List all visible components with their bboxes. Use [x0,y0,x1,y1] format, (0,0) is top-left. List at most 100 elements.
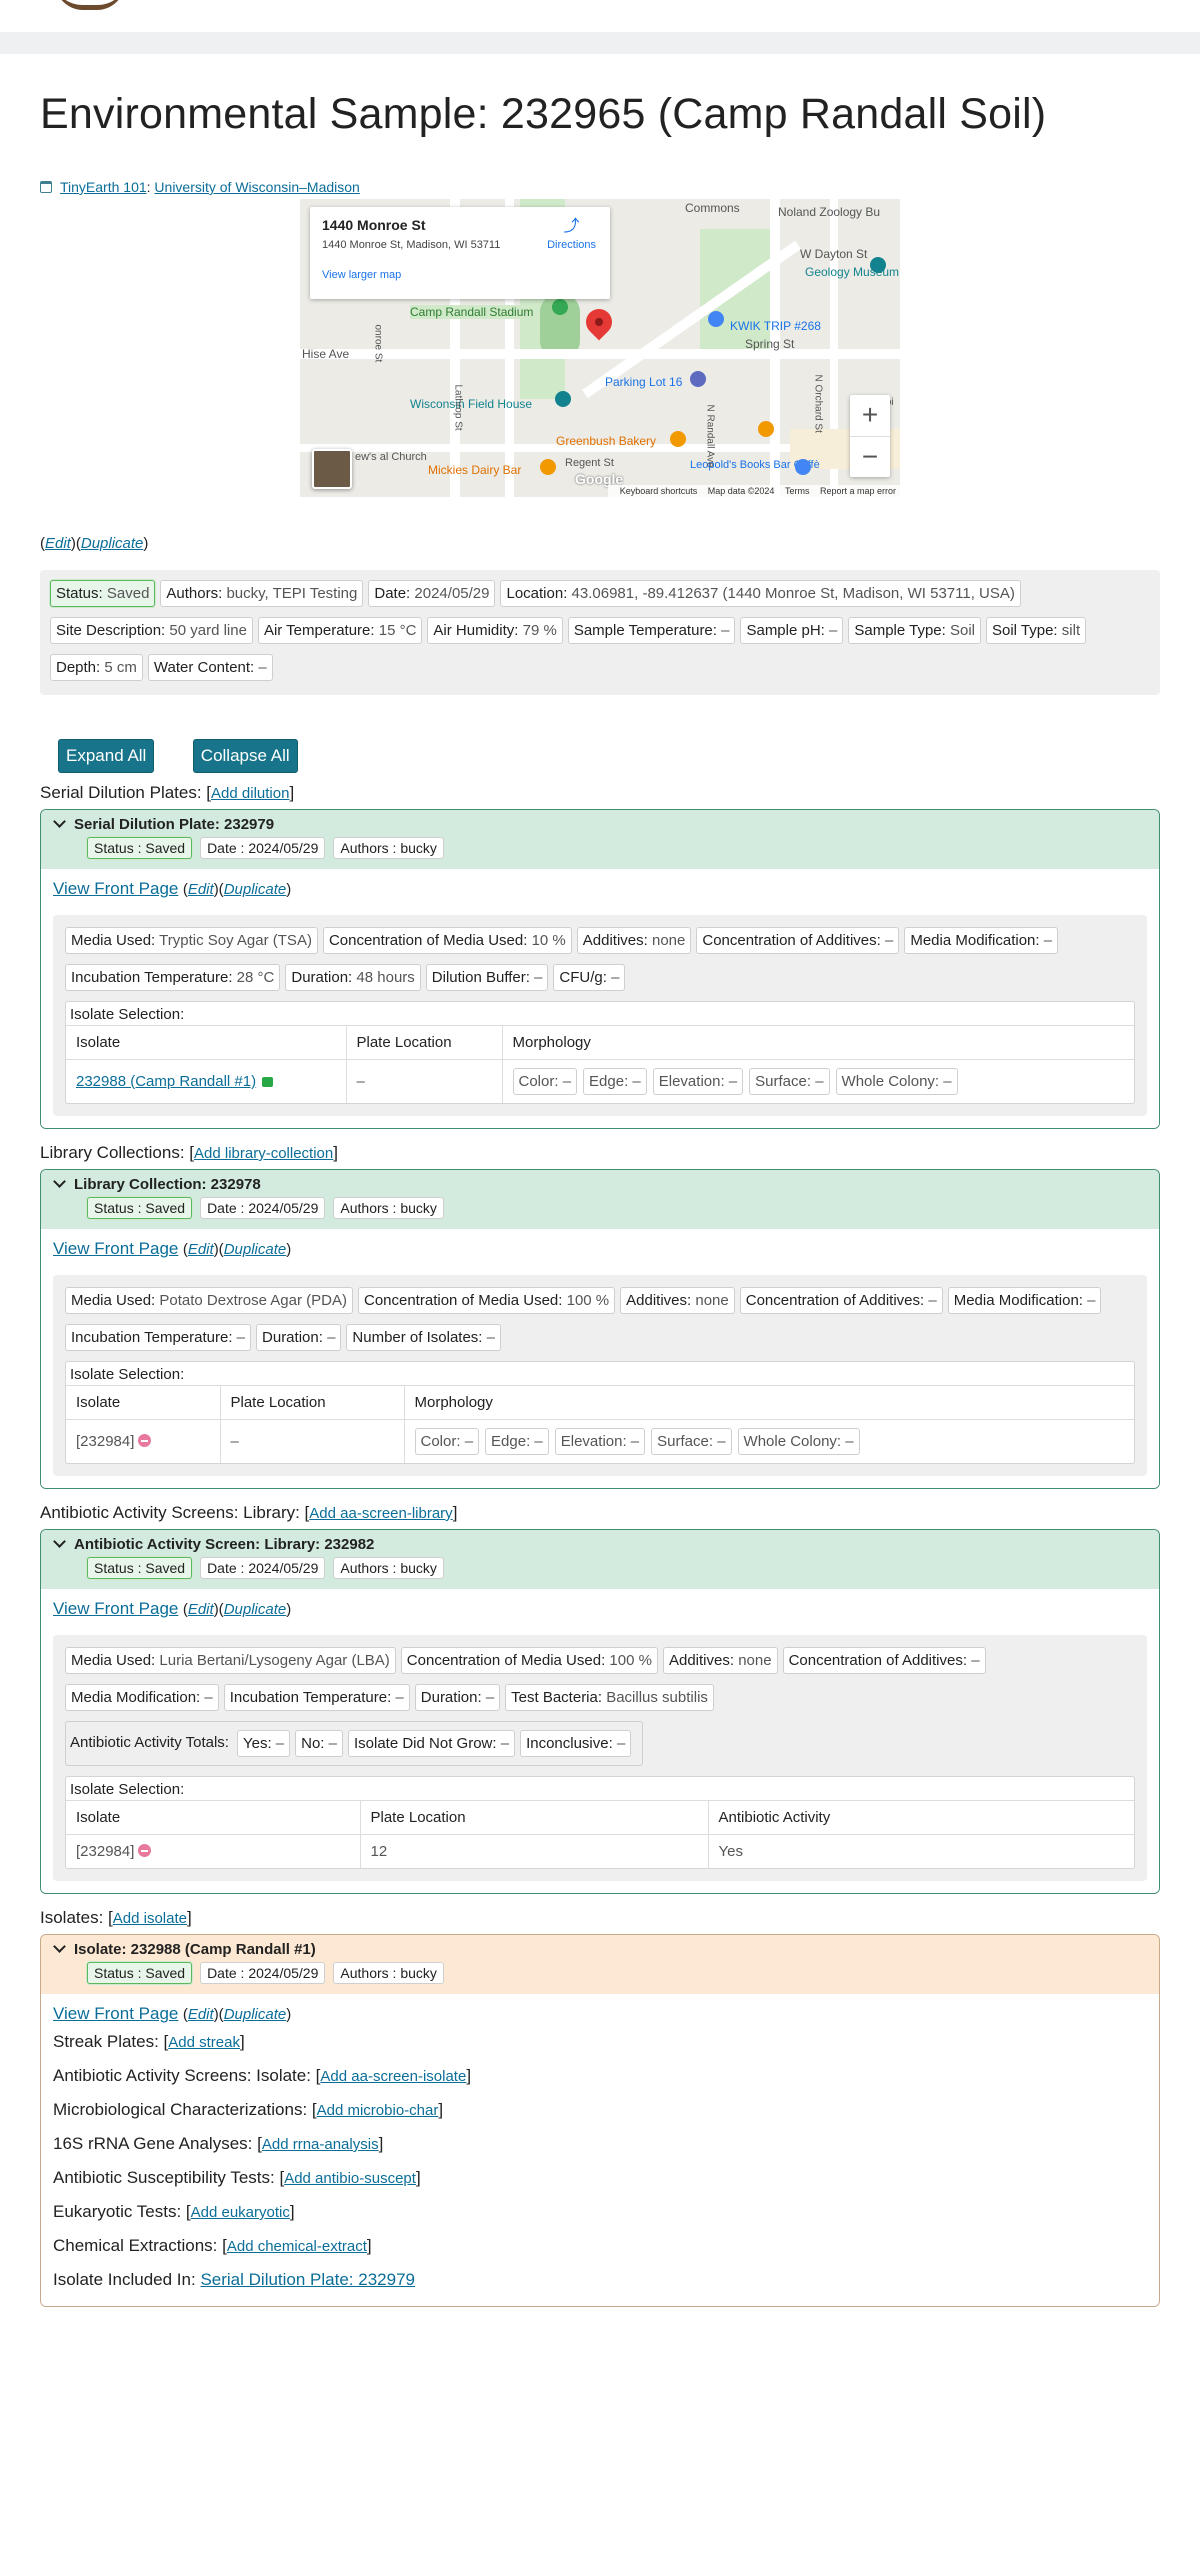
duplicate-link[interactable]: Duplicate [81,535,144,552]
color-field: Color: – [414,1428,480,1455]
view-larger-map-link[interactable]: View larger map [322,269,598,281]
view-front-page-link[interactable]: View Front Page [53,1239,178,1258]
add-aa-screen-library-link[interactable]: Add aa-screen-library [309,1505,452,1522]
edit-link[interactable]: Edit [188,2006,214,2023]
chevron-down-icon[interactable] [53,1175,66,1188]
chevron-down-icon[interactable] [53,1535,66,1548]
restaurant-icon[interactable] [758,421,774,437]
isolate-table: Isolate Plate Location Morphology [23298… [66,1385,1134,1463]
aa-screens-heading: Antibiotic Activity Screens: Library: [A… [40,1503,458,1522]
map-label: Regent St [565,457,614,469]
view-front-page-link[interactable]: View Front Page [53,879,178,898]
keyboard-shortcuts-link[interactable]: Keyboard shortcuts [620,486,698,496]
sample-ph-field: Sample pH: – [740,617,844,644]
isolate-selection: Isolate Selection: Isolate Plate Locatio… [65,1361,1135,1464]
status-badge: Status : Saved [87,1197,193,1219]
edit-link[interactable]: Edit [188,1601,214,1618]
card-header[interactable]: Isolate: 232988 (Camp Randall #1) Status… [41,1935,1159,1994]
air-temperature-field: Air Temperature: 15 °C [257,617,423,644]
media-modification-field: Media Modification: – [65,1684,219,1711]
directions-button[interactable]: ⤴ Directions [547,219,596,252]
card-header[interactable]: Antibiotic Activity Screen: Library: 232… [41,1530,1159,1589]
whole-colony-field: Whole Colony: – [835,1068,958,1095]
card-header[interactable]: Library Collection: 232978 Status : Save… [41,1170,1159,1229]
add-eukaryotic-link[interactable]: Add eukaryotic [191,2204,290,2221]
duplicate-link[interactable]: Duplicate [224,881,287,898]
additives-concentration-field: Concentration of Additives: – [782,1647,986,1674]
surface-field: Surface: – [651,1428,732,1455]
parking-icon[interactable] [690,371,706,387]
isolate-link[interactable]: 232988 (Camp Randall #1) [76,1073,256,1090]
location-pin-icon[interactable] [580,303,618,341]
elevation-field: Elevation: – [554,1428,646,1455]
bookstore-icon[interactable] [795,459,811,475]
remove-icon[interactable] [138,1844,152,1857]
zoom-out-button[interactable]: − [850,436,890,477]
add-streak-link[interactable]: Add streak [168,2034,240,2051]
water-content-field: Water Content: – [147,654,273,681]
bakery-icon[interactable] [670,431,686,447]
duplicate-link[interactable]: Duplicate [224,2006,287,2023]
media-concentration-field: Concentration of Media Used: 10 % [322,927,572,954]
antibiotic-activity-cell: Yes [708,1834,1134,1868]
map-data-text: Map data ©2024 [707,486,775,496]
add-microbio-char-link[interactable]: Add microbio-char [317,2102,439,2119]
terms-link[interactable]: Terms [785,486,810,496]
university-link[interactable]: University of Wisconsin–Madison [154,179,359,195]
media-used-field: Media Used: Luria Bertani/Lysogeny Agar … [65,1647,396,1674]
gas-station-icon[interactable] [708,311,724,327]
stadium-icon[interactable] [552,299,568,315]
column-header: Isolate [66,1800,361,1835]
microbio-char-row: Microbiological Characterizations: [Add … [53,2100,444,2119]
authors-field: Authors: bucky, TEPI Testing [160,580,364,607]
add-dilution-link[interactable]: Add dilution [211,785,289,802]
incubation-temperature-field: Incubation Temperature: – [65,1324,252,1351]
morphology-values: Color: – Edge: – Elevation: – Surface: –… [512,1068,1125,1095]
dilution-buffer-field: Dilution Buffer: – [425,964,549,991]
map-label: Wisconsin Field House [410,397,533,411]
sample-details: Status: Saved Authors: bucky, TEPI Testi… [40,570,1160,695]
duplicate-link[interactable]: Duplicate [224,1241,287,1258]
course-link[interactable]: TinyEarth 101 [60,179,147,195]
card-header[interactable]: Serial Dilution Plate: 232979 Status : S… [41,810,1159,869]
edge-field: Edge: – [485,1428,549,1455]
isolate-selection-caption: Isolate Selection: [70,1781,185,1798]
chevron-down-icon[interactable] [53,815,66,828]
add-aa-screen-isolate-link[interactable]: Add aa-screen-isolate [320,2068,466,2085]
view-front-page-link[interactable]: View Front Page [53,1599,178,1618]
column-header: Plate Location [346,1025,503,1060]
street-view-thumbnail[interactable] [312,449,352,489]
add-isolate-link[interactable]: Add isolate [113,1910,187,1927]
column-header: Plate Location [360,1800,709,1835]
zoom-controls: + − [850,395,890,477]
add-rrna-analysis-link[interactable]: Add rrna-analysis [262,2136,379,2153]
restaurant-icon[interactable] [540,459,556,475]
add-chemical-extract-link[interactable]: Add chemical-extract [227,2238,367,2255]
serial-dilution-card: Serial Dilution Plate: 232979 Status : S… [40,809,1160,1129]
location-map[interactable]: Commons Noland Zoology Bu W Dayton St Ge… [300,199,900,497]
card-title: Isolate: 232988 (Camp Randall #1) [74,1941,316,1958]
isolate-selection: Isolate Selection: Isolate Plate Locatio… [65,1001,1135,1104]
museum-icon[interactable] [870,257,886,273]
duplicate-link[interactable]: Duplicate [224,1601,287,1618]
edit-link[interactable]: Edit [45,535,71,552]
serial-dilution-plate-link[interactable]: Serial Dilution Plate: 232979 [200,2270,415,2289]
add-antibio-suscept-link[interactable]: Add antibio-suscept [284,2170,416,2187]
zoom-in-button[interactable]: + [850,395,890,436]
add-library-collection-link[interactable]: Add library-collection [194,1145,333,1162]
view-front-page-link[interactable]: View Front Page [53,2004,178,2023]
chevron-down-icon[interactable] [53,1940,66,1953]
course-breadcrumb: TinyEarth 101: University of Wisconsin–M… [40,179,1160,195]
column-header: Isolate [66,1385,221,1420]
depth-field: Depth: 5 cm [50,654,143,681]
sample-temperature-field: Sample Temperature: – [567,617,736,644]
site-logo[interactable] [55,0,125,10]
remove-icon[interactable] [138,1434,152,1447]
venue-icon[interactable] [555,391,571,407]
expand-all-button[interactable]: Expand All [58,739,155,773]
edit-link[interactable]: Edit [188,881,214,898]
isolate-selection-caption: Isolate Selection: [70,1006,185,1023]
collapse-all-button[interactable]: Collapse All [192,739,298,773]
edit-link[interactable]: Edit [188,1241,214,1258]
report-error-link[interactable]: Report a map error [820,486,896,496]
